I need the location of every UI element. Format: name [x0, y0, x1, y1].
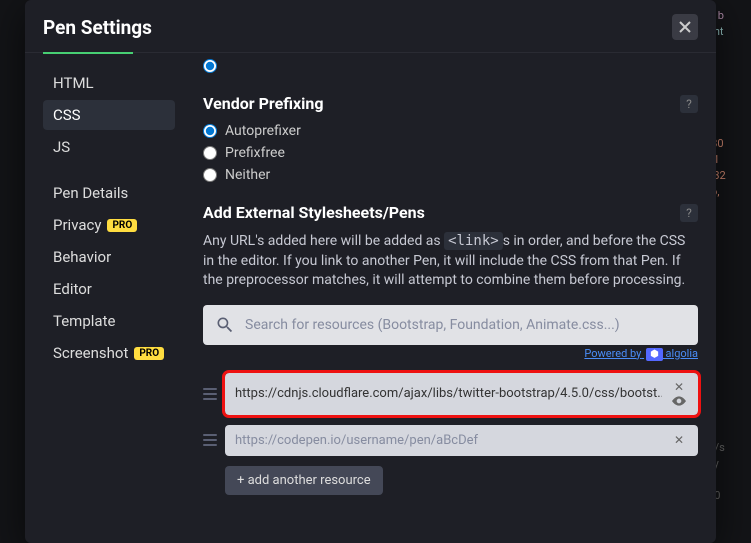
sidebar-item-label: Behavior — [53, 248, 111, 266]
powered-by: Powered by ⬢ algolia — [203, 347, 698, 361]
section-heading: Vendor Prefixing — [203, 94, 324, 113]
search-icon — [215, 315, 235, 335]
sidebar-item-label: Editor — [53, 280, 92, 298]
sidebar-item-js[interactable]: JS — [43, 132, 175, 162]
sidebar-item-label: Privacy — [53, 216, 101, 234]
help-icon[interactable]: ? — [680, 95, 698, 113]
remove-resource-icon[interactable]: ✕ — [670, 381, 688, 393]
radio-input[interactable] — [203, 59, 217, 73]
radio-option-autoprefixer[interactable]: Autoprefixer — [203, 123, 698, 139]
sidebar-item-privacy[interactable]: Privacy PRO — [43, 210, 175, 240]
sidebar-item-label: HTML — [53, 74, 94, 92]
sidebar-item-template[interactable]: Template — [43, 306, 175, 336]
resource-row: ✕ — [203, 425, 698, 456]
resource-search[interactable] — [203, 305, 698, 345]
help-icon[interactable]: ? — [680, 204, 698, 222]
powered-by-link[interactable]: Powered by ⬢ algolia — [584, 347, 698, 360]
remove-resource-icon[interactable]: ✕ — [670, 434, 688, 446]
sidebar-item-label: CSS — [53, 106, 81, 124]
resource-url-input[interactable] — [235, 433, 662, 448]
sidebar-item-label: Screenshot — [53, 344, 128, 362]
sidebar-item-screenshot[interactable]: Screenshot PRO — [43, 338, 175, 368]
section-heading: Add External Stylesheets/Pens — [203, 203, 425, 222]
resource-input-wrap: ✕ — [225, 425, 698, 456]
close-icon — [679, 21, 691, 33]
sidebar-item-pen-details[interactable]: Pen Details — [43, 178, 175, 208]
sidebar-item-label: Pen Details — [53, 184, 128, 202]
radio-option-prefixfree[interactable]: Prefixfree — [203, 145, 698, 161]
sidebar-item-label: Template — [53, 312, 115, 330]
settings-content: Neither Vendor Prefixing ? Autoprefixer … — [185, 54, 716, 543]
resource-url-input[interactable] — [235, 386, 662, 401]
radio-label: Neither — [225, 167, 270, 183]
pro-badge: PRO — [134, 347, 164, 360]
vendor-prefixing-section: Vendor Prefixing ? Autoprefixer Prefixfr… — [203, 94, 698, 183]
view-resource-icon[interactable] — [670, 395, 688, 407]
close-button[interactable] — [672, 14, 698, 40]
sidebar-item-behavior[interactable]: Behavior — [43, 242, 175, 272]
modal-title: Pen Settings — [43, 16, 152, 39]
radio-label: Prefixfree — [225, 145, 285, 161]
sidebar-item-html[interactable]: HTML — [43, 68, 175, 98]
resource-input-wrap: ✕ — [225, 373, 698, 415]
radio-input[interactable] — [203, 124, 217, 138]
sidebar-item-css[interactable]: CSS — [43, 100, 175, 130]
drag-handle-icon[interactable] — [203, 434, 217, 446]
drag-handle-icon[interactable] — [203, 388, 217, 400]
settings-sidebar: HTML CSS JS Pen Details Privacy PRO Behav… — [25, 54, 185, 543]
radio-input[interactable] — [203, 168, 217, 182]
pro-badge: PRO — [107, 219, 137, 232]
add-resource-button[interactable]: + add another resource — [225, 466, 383, 495]
sidebar-item-label: JS — [53, 138, 70, 156]
radio-input[interactable] — [203, 146, 217, 160]
modal-header: Pen Settings — [25, 0, 716, 53]
radio-option-neither[interactable]: Neither — [203, 167, 698, 183]
external-stylesheets-section: Add External Stylesheets/Pens ? Any URL'… — [203, 203, 698, 495]
sidebar-item-editor[interactable]: Editor — [43, 274, 175, 304]
radio-label: Autoprefixer — [225, 123, 301, 139]
section-description: Any URL's added here will be added as <l… — [203, 232, 698, 291]
pen-settings-modal: Pen Settings HTML CSS JS Pen Details Pri… — [25, 0, 716, 543]
algolia-icon: ⬢ — [646, 348, 663, 361]
resource-row: ✕ — [203, 373, 698, 415]
radio-option-truncated[interactable]: Neither — [203, 58, 698, 74]
search-input[interactable] — [245, 317, 686, 333]
